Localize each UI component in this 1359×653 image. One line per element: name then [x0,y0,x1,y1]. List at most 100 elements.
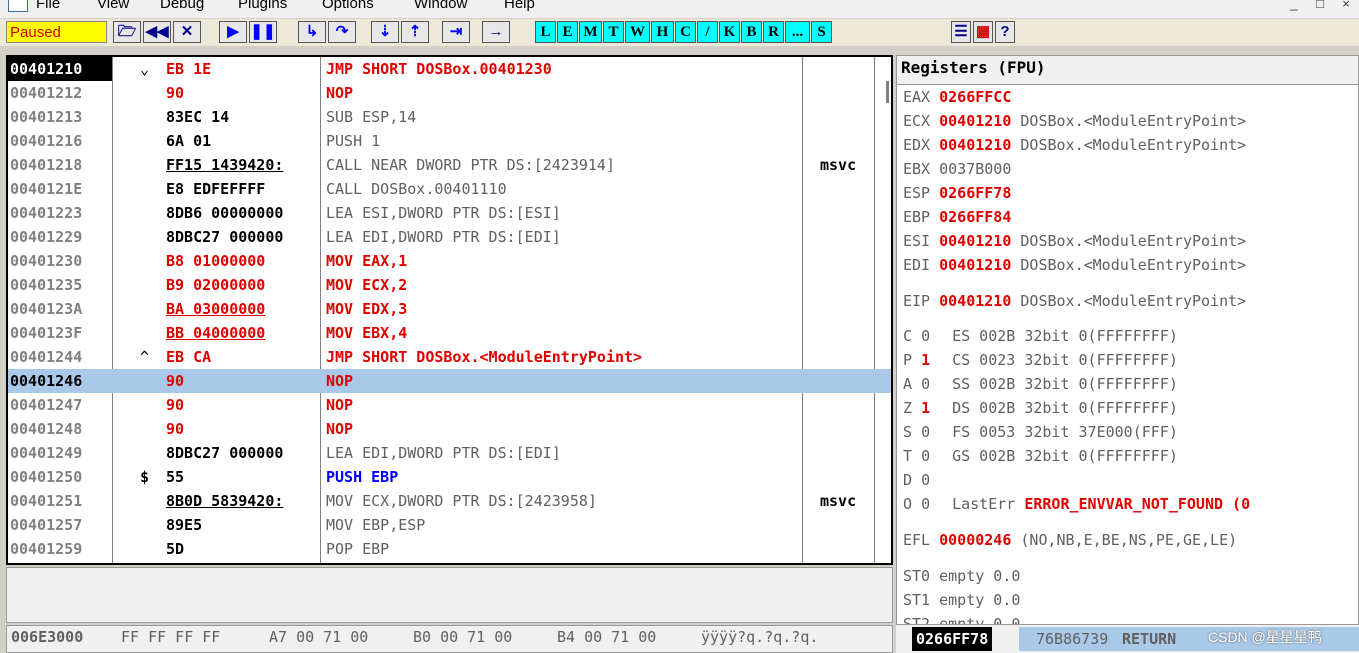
fpu-st1[interactable]: ST1 empty 0.0 [903,590,1020,610]
minimize-button[interactable]: _ [1281,0,1307,11]
toolbar-modules-button[interactable]: E [557,21,578,43]
register-ebp[interactable]: EBP 0266FF84 [903,207,1011,227]
register-eax[interactable]: EAX 0266FFCC [903,87,1011,107]
disasm-row[interactable]: 0040121E E8 EDFEFFFF CALL DOSBox.0040111… [8,177,891,201]
disasm-hex: 6A 01 [166,132,212,150]
disasm-row[interactable]: 00401244 ^ EB CA JMP SHORT DOSBox.<Modul… [8,345,891,369]
disasm-row[interactable]: 00401212 90 NOP [8,81,891,105]
help-icon[interactable]: ? [995,21,1015,43]
disasm-row[interactable]: 00401210 ⌄ EB 1E JMP SHORT DOSBox.004012… [8,57,891,81]
toolbar-log-button[interactable]: L [535,21,556,43]
info-pane[interactable] [6,567,893,623]
register-ebx[interactable]: EBX 0037B000 [903,159,1011,179]
disasm-row[interactable]: 00401229 8DBC27 000000 LEA EDI,DWORD PTR… [8,225,891,249]
disasm-hex: 8B0D 5839420: [166,492,284,510]
flag-s[interactable]: S 0 FS 0053 32bit 37E000(FFF) [903,422,1178,442]
flag-a[interactable]: A 0 SS 002B 32bit 0(FFFFFFFF) [903,374,1178,394]
register-ecx[interactable]: ECX 00401210 DOSBox.<ModuleEntryPoint> [903,111,1246,131]
menu-file[interactable]: File [36,0,60,12]
run-icon[interactable]: ▶ [219,21,247,43]
fpu-st2[interactable]: ST2 empty 0.0 [903,614,1020,624]
register-eip[interactable]: EIP 00401210 DOSBox.<ModuleEntryPoint> [903,291,1246,311]
disasm-hex: 8DBC27 000000 [166,228,284,246]
dump-ascii: ÿÿÿÿ?q.?q.?q. [701,628,819,646]
menu-debug[interactable]: Debug [160,0,204,12]
disasm-instruction: NOP [326,372,354,390]
flag-z[interactable]: Z 1 DS 002B 32bit 0(FFFFFFFF) [903,398,1178,418]
toolbar-cpu-button[interactable]: C [675,21,696,43]
disasm-row[interactable]: 0040123F BB 04000000 MOV EBX,4 [8,321,891,345]
flag-c[interactable]: C 0 ES 002B 32bit 0(FFFFFFFF) [903,326,1178,346]
flag-d[interactable]: D 0 [903,470,943,490]
close-debug-icon[interactable]: ✕ [173,21,201,43]
open-icon[interactable]: 🗁 [113,21,141,43]
registers-pane[interactable]: Registers (FPU) EAX 0266FFCC ECX 0040121… [896,55,1359,625]
disasm-row[interactable]: 00401235 B9 02000000 MOV ECX,2 [8,273,891,297]
colors-icon[interactable]: ▦ [973,21,993,43]
goto-icon[interactable]: → [482,21,510,43]
toolbar-callstack-button[interactable]: K [719,21,740,43]
disasm-instruction: NOP [326,420,354,438]
fpu-st0[interactable]: ST0 empty 0.0 [903,566,1020,586]
maximize-button[interactable]: □ [1307,0,1333,11]
close-button[interactable]: × [1333,0,1359,11]
disasm-row[interactable]: 0040123A BA 03000000 MOV EDX,3 [8,297,891,321]
menu-plugins[interactable]: Plugins [238,0,287,12]
disasm-row[interactable]: 00401257 89E5 MOV EBP,ESP [8,513,891,537]
register-edi[interactable]: EDI 00401210 DOSBox.<ModuleEntryPoint> [903,255,1246,275]
disasm-instruction: SUB ESP,14 [326,108,417,126]
register-edx[interactable]: EDX 00401210 DOSBox.<ModuleEntryPoint> [903,135,1246,155]
list-icon[interactable]: ☰ [951,21,971,43]
step-over-icon[interactable]: ↷ [328,21,356,43]
disasm-row[interactable]: 00401248 90 NOP [8,417,891,441]
disasm-address: 0040121E [10,180,83,198]
disassembly-pane[interactable]: 00401210 ⌄ EB 1E JMP SHORT DOSBox.004012… [6,55,893,565]
disasm-row[interactable]: 00401251 8B0D 5839420: MOV ECX,DWORD PTR… [8,489,891,513]
stack-value: 76B86739 [1036,630,1109,648]
disasm-comment: msvc [820,492,857,510]
trace-into-icon[interactable]: ⇣ [371,21,399,43]
disasm-hex: 89E5 [166,516,203,534]
disasm-row-selected[interactable]: 00401246 90 NOP [8,369,891,393]
disasm-row[interactable]: 00401216 6A 01 PUSH 1 [8,129,891,153]
disasm-address: 0040123A [10,300,83,318]
toolbar-patches-button[interactable]: / [697,21,718,43]
register-esp[interactable]: ESP 0266FF78 [903,183,1011,203]
execute-till-return-icon[interactable]: ⇥ [442,21,470,43]
toolbar-threads-button[interactable]: T [603,21,624,43]
disasm-row[interactable]: 00401247 90 NOP [8,393,891,417]
disasm-row[interactable]: 00401213 83EC 14 SUB ESP,14 [8,105,891,129]
app-icon[interactable] [8,0,28,12]
menu-view[interactable]: View [97,0,129,12]
toolbar-handles-button[interactable]: H [651,21,674,43]
register-efl[interactable]: EFL 00000246 (NO,NB,E,BE,NS,PE,GE,LE) [903,530,1237,550]
disasm-row[interactable]: 00401223 8DB6 00000000 LEA ESI,DWORD PTR… [8,201,891,225]
restart-icon[interactable]: ◀◀ [143,21,171,43]
menu-options[interactable]: Options [322,0,374,12]
flag-o[interactable]: O 0 LastErr ERROR_ENVVAR_NOT_FOUND (0 [903,494,1250,514]
disasm-row[interactable]: 00401230 B8 01000000 MOV EAX,1 [8,249,891,273]
toolbar-breakpoints-button[interactable]: B [741,21,762,43]
flag-t[interactable]: T 0 GS 002B 32bit 0(FFFFFFFF) [903,446,1178,466]
disasm-row[interactable]: 00401218 FF15 1439420: CALL NEAR DWORD P… [8,153,891,177]
toolbar-source-button[interactable]: S [811,21,832,43]
toolbar-memory-button[interactable]: M [579,21,602,43]
toolbar-windows-button[interactable]: W [625,21,650,43]
toolbar-runtrace-button[interactable]: ... [785,21,810,43]
dump-pane[interactable]: 006E3000 FF FF FF FF A7 00 71 00 B0 00 7… [6,625,893,653]
pause-icon[interactable]: ❚❚ [249,21,277,43]
step-into-icon[interactable]: ↳ [298,21,326,43]
disasm-row[interactable]: 00401250 $ 55 PUSH EBP [8,465,891,489]
menu-window[interactable]: Window [414,0,467,12]
menu-help[interactable]: Help [504,0,535,12]
toolbar-references-button[interactable]: R [763,21,784,43]
flag-p[interactable]: P 1 CS 0023 32bit 0(FFFFFFFF) [903,350,1178,370]
disasm-row[interactable]: 00401259 5D POP EBP [8,537,891,561]
disasm-row[interactable]: 00401249 8DBC27 000000 LEA EDI,DWORD PTR… [8,441,891,465]
disasm-hex: E8 EDFEFFFF [166,180,266,198]
disasm-instruction: LEA ESI,DWORD PTR DS:[ESI] [326,204,561,222]
disasm-address: 00401212 [10,84,83,102]
disasm-address: 00401249 [10,444,83,462]
register-esi[interactable]: ESI 00401210 DOSBox.<ModuleEntryPoint> [903,231,1246,251]
trace-over-icon[interactable]: ⇡ [401,21,429,43]
